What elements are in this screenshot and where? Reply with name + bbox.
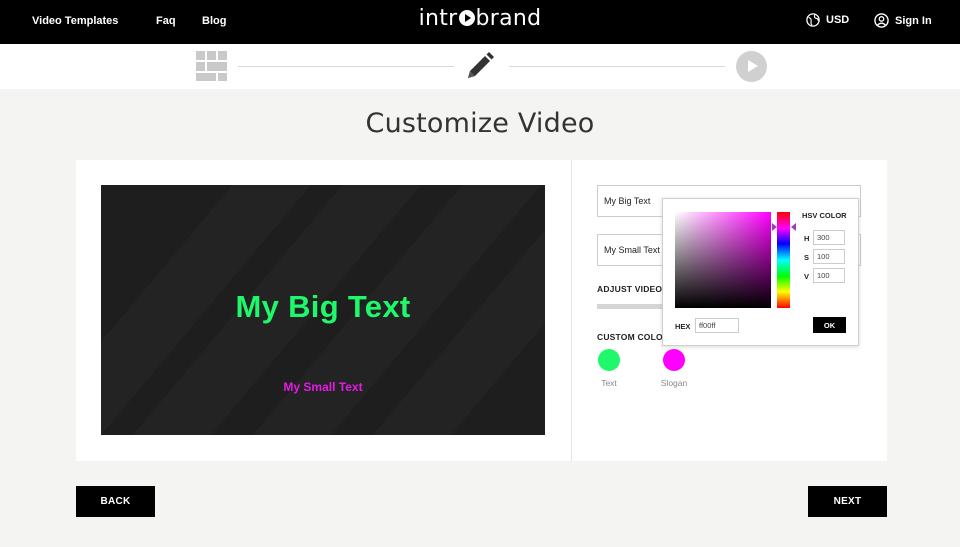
slogan-color-swatch[interactable] xyxy=(663,349,685,371)
saturation-value-area[interactable] xyxy=(675,212,771,308)
value-label: V xyxy=(804,272,810,281)
hex-input[interactable] xyxy=(695,318,739,333)
page-title: Customize Video xyxy=(365,108,595,139)
hue-slider[interactable] xyxy=(777,212,790,308)
progress-steps xyxy=(0,44,960,89)
logo-text-start: intr xyxy=(418,6,458,31)
hue-slider-handle-right[interactable] xyxy=(791,223,796,231)
slogan-color-label: Slogan xyxy=(660,378,688,388)
text-color-label: Text xyxy=(601,378,617,388)
saturation-input[interactable] xyxy=(813,249,845,264)
hue-input[interactable] xyxy=(813,230,845,245)
step-connector-1 xyxy=(238,66,454,67)
step-templates-grid-icon[interactable] xyxy=(196,51,227,81)
color-ok-button[interactable]: OK xyxy=(813,317,846,333)
globe-icon xyxy=(806,13,820,27)
hue-slider-handle-left[interactable] xyxy=(772,223,777,231)
preview-big-text: My Big Text xyxy=(235,289,411,324)
hex-label: HEX xyxy=(675,322,691,331)
logo-text-end: brand xyxy=(475,6,542,31)
saturation-label: S xyxy=(804,253,810,262)
card-divider xyxy=(571,160,572,461)
logo-play-icon xyxy=(458,10,475,26)
adjust-video-label: ADJUST VIDEO xyxy=(597,284,663,294)
hsv-color-title: HSV COLOR xyxy=(802,211,847,220)
video-preview: My Big Text My Small Text xyxy=(101,185,545,435)
currency-selector[interactable]: USD xyxy=(806,13,849,27)
preview-small-text: My Small Text xyxy=(283,380,363,394)
next-button[interactable]: NEXT xyxy=(808,486,887,517)
step-connector-2 xyxy=(509,66,725,67)
step-preview-play-icon[interactable] xyxy=(736,51,767,82)
value-input[interactable] xyxy=(813,268,845,283)
hue-label: H xyxy=(804,234,810,243)
back-button[interactable]: BACK xyxy=(76,486,155,517)
color-picker-popup: HSV COLOR H S V HEX OK xyxy=(662,198,859,346)
sign-in-button[interactable]: Sign In xyxy=(874,13,932,28)
text-color-swatch[interactable] xyxy=(598,349,620,371)
currency-label: USD xyxy=(826,14,850,26)
top-navigation-bar: Video Templates Faq Blog intr brand USD S… xyxy=(0,0,960,44)
sign-in-label: Sign In xyxy=(895,14,932,27)
step-customize-pencil-icon[interactable] xyxy=(465,51,495,81)
user-icon xyxy=(874,13,889,28)
custom-colors-label: CUSTOM COLO xyxy=(597,332,663,342)
